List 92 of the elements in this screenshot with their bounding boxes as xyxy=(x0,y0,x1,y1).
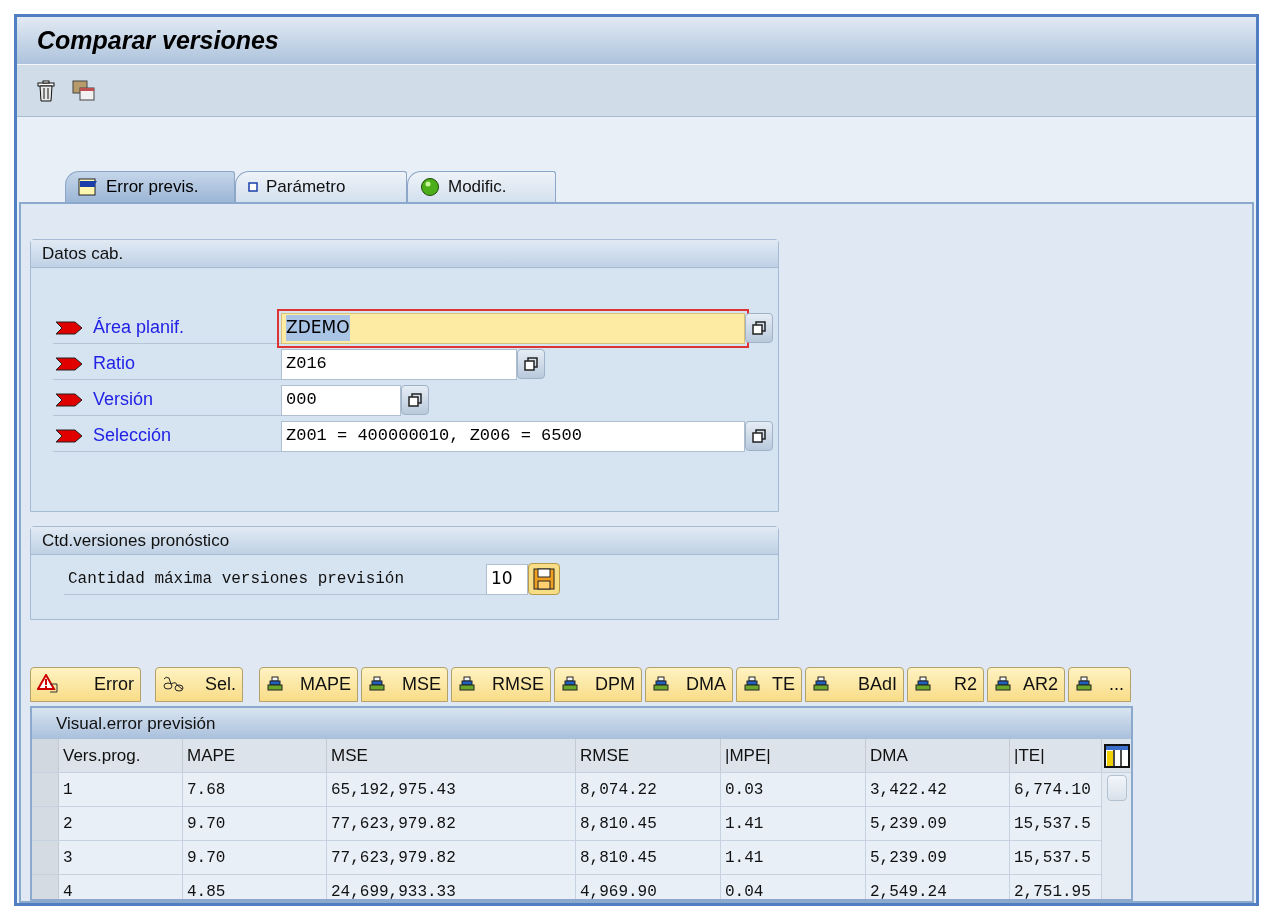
column-header[interactable]: Vers.prog. xyxy=(59,739,183,772)
table-cell: 8,810.45 xyxy=(576,841,721,874)
stacked-blocks-icon xyxy=(914,676,932,692)
column-header[interactable]: RMSE xyxy=(576,739,721,772)
table-cell: 5,239.09 xyxy=(866,807,1010,840)
table-cell: 5,239.09 xyxy=(866,841,1010,874)
toolbar-button[interactable]: TE xyxy=(736,666,802,702)
toolbar-button[interactable]: Error xyxy=(30,666,141,702)
window-title: Comparar versiones xyxy=(37,24,279,56)
table-cell: 77,623,979.82 xyxy=(327,807,576,840)
table-cell: 1 xyxy=(59,773,183,806)
toolbar-button[interactable]: ... xyxy=(1068,666,1131,702)
field-label: Cantidad máxima versiones previsión xyxy=(68,568,405,590)
tab[interactable]: Parámetro xyxy=(235,171,407,202)
table-cell: 3 xyxy=(59,841,183,874)
stacked-blocks-icon xyxy=(652,676,670,692)
column-header[interactable]: MAPE xyxy=(183,739,327,772)
table-cell: 7.68 xyxy=(183,773,327,806)
toolbar-button[interactable]: MAPE xyxy=(259,666,358,702)
copy-icon xyxy=(524,357,538,371)
field-label: Versión xyxy=(93,388,154,411)
column-settings-icon[interactable] xyxy=(1103,743,1130,768)
input-field[interactable]: Z016 xyxy=(281,348,517,380)
ball-icon xyxy=(420,177,440,197)
table-cell: 2 xyxy=(59,807,183,840)
table-cell: 9.70 xyxy=(183,807,327,840)
toolbar-button[interactable]: AR2 xyxy=(987,666,1065,702)
windows-icon[interactable] xyxy=(71,78,97,103)
input-field[interactable]: 000 xyxy=(281,384,401,416)
field-label: Área planif. xyxy=(93,316,185,339)
column-header[interactable]: MSE xyxy=(327,739,576,772)
toolbar-button[interactable]: RMSE xyxy=(451,666,551,702)
table-cell: 4 xyxy=(59,875,183,899)
toolbar-button[interactable]: Sel. xyxy=(155,666,243,702)
table-cell: 77,623,979.82 xyxy=(327,841,576,874)
table-title: Visual.error previsión xyxy=(56,712,216,735)
table-cell: 1.41 xyxy=(721,807,866,840)
field-label: Ratio xyxy=(93,352,136,375)
group-title: Ctd.versiones pronóstico xyxy=(42,529,230,552)
toolbar-button[interactable]: R2 xyxy=(907,666,984,702)
input-field[interactable]: Z001 = 400000010, Z006 = 6500 xyxy=(281,420,745,452)
value-help-button[interactable] xyxy=(745,313,773,343)
square-icon xyxy=(248,182,258,192)
field-label: Selección xyxy=(93,424,172,447)
table-cell: 1.41 xyxy=(721,841,866,874)
tab[interactable]: Error previs. xyxy=(65,171,235,202)
table-cell: 3,422.42 xyxy=(866,773,1010,806)
table-cell: 65,192,975.43 xyxy=(327,773,576,806)
toolbar-button[interactable]: MSE xyxy=(361,666,448,702)
stacked-blocks-icon xyxy=(561,676,579,692)
stacked-blocks-icon xyxy=(1075,676,1093,692)
copy-icon xyxy=(752,429,766,443)
value-help-button[interactable] xyxy=(745,421,773,451)
required-arrow-icon xyxy=(55,356,83,371)
table-cell: 8,074.22 xyxy=(576,773,721,806)
scroll-thumb[interactable] xyxy=(1106,775,1127,801)
table-cell: 4,969.90 xyxy=(576,875,721,899)
column-header[interactable]: |TE| xyxy=(1010,739,1102,772)
stacked-blocks-icon xyxy=(266,676,284,692)
stacked-blocks-icon xyxy=(812,676,830,692)
warning-icon xyxy=(37,674,59,694)
stacked-blocks-icon xyxy=(368,676,386,692)
value-help-button[interactable] xyxy=(401,385,429,415)
scrollbar[interactable] xyxy=(1102,773,1131,899)
table-cell: 8,810.45 xyxy=(576,807,721,840)
stacked-blocks-icon xyxy=(458,676,476,692)
stacked-blocks-icon xyxy=(994,676,1012,692)
table-cell: 9.70 xyxy=(183,841,327,874)
table-cell: 0.03 xyxy=(721,773,866,806)
table-cell: 0.04 xyxy=(721,875,866,899)
group-title: Datos cab. xyxy=(42,242,124,265)
toolbar-button[interactable]: DMA xyxy=(645,666,733,702)
copy-icon xyxy=(408,393,422,407)
stacked-blocks-icon xyxy=(743,676,761,692)
table-cell: 4.85 xyxy=(183,875,327,899)
required-arrow-icon xyxy=(55,428,83,443)
column-header[interactable]: |MPE| xyxy=(721,739,866,772)
required-arrow-icon xyxy=(55,320,83,335)
glasses-icon xyxy=(162,675,186,693)
toolbar-button[interactable]: BAdI xyxy=(805,666,904,702)
toolbar-button[interactable]: DPM xyxy=(554,666,642,702)
copy-icon xyxy=(752,321,766,335)
column-header[interactable]: DMA xyxy=(866,739,1010,772)
table-cell: 2,549.24 xyxy=(866,875,1010,899)
required-arrow-icon xyxy=(55,392,83,407)
save-icon[interactable] xyxy=(528,563,560,595)
table-cell: 24,699,933.33 xyxy=(327,875,576,899)
tab[interactable]: Modific. xyxy=(407,171,556,202)
value-help-button[interactable] xyxy=(517,349,545,379)
input-field[interactable]: 10 xyxy=(486,563,528,595)
delete-icon[interactable] xyxy=(35,78,57,103)
form-icon xyxy=(78,178,98,196)
